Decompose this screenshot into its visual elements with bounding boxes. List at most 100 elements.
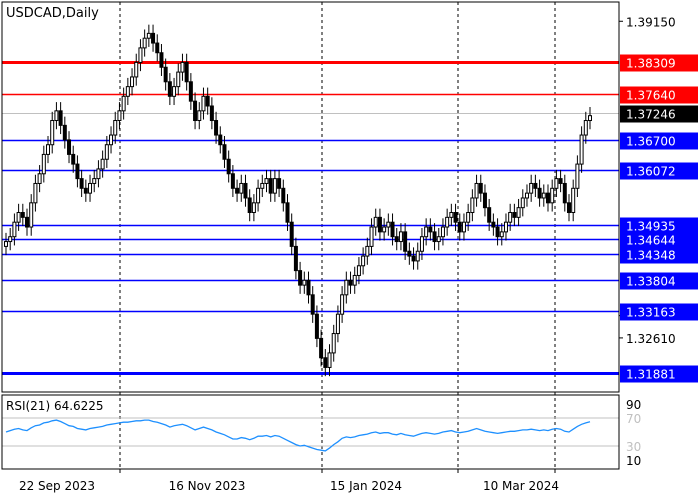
candle-body <box>29 202 34 228</box>
candle-body <box>571 187 576 214</box>
candle-body <box>104 144 109 160</box>
x-tick-label: 10 Mar 2024 <box>483 479 559 493</box>
candle-body <box>138 47 143 63</box>
candle-body <box>125 86 130 97</box>
candle-body <box>188 81 193 102</box>
candle-body <box>20 212 25 218</box>
candle-body <box>167 81 172 97</box>
candle-body <box>67 139 72 155</box>
candle-body <box>184 61 189 83</box>
candle-body <box>209 105 214 122</box>
candle-body <box>142 37 147 49</box>
candle-body <box>54 110 59 122</box>
candle-body <box>92 178 97 184</box>
candle-body <box>163 66 168 83</box>
candle-body <box>83 187 88 194</box>
candle-body <box>100 158 105 170</box>
candle-body <box>352 274 357 286</box>
candle-body <box>335 313 340 335</box>
candle-body <box>382 226 387 233</box>
candle-body <box>419 236 424 252</box>
candle-body <box>524 192 529 199</box>
candle-body <box>306 279 311 296</box>
rsi-level-label: 30 <box>626 440 641 454</box>
candle-body <box>314 313 319 339</box>
current-price-label: 1.37246 <box>626 108 676 122</box>
candle-body <box>554 178 559 189</box>
candle-body <box>457 221 462 233</box>
candle-body <box>512 212 517 218</box>
candle-body <box>327 352 332 368</box>
candle-body <box>272 178 277 194</box>
candle-body <box>361 255 366 267</box>
candle-body <box>499 231 504 238</box>
candle-body <box>344 279 349 296</box>
candle-body <box>235 187 240 194</box>
candle-body <box>579 134 584 165</box>
candle-body <box>33 182 38 204</box>
candle-body <box>583 120 588 136</box>
level-label: 1.33163 <box>626 306 676 320</box>
candle-body <box>365 245 370 257</box>
candle-body <box>180 61 185 73</box>
candle-body <box>277 178 282 189</box>
rsi-title: RSI(21) 64.6225 <box>6 399 104 413</box>
candle-body <box>176 71 181 88</box>
candle-body <box>117 110 122 122</box>
candle-body <box>550 187 555 204</box>
candle-body <box>588 115 592 122</box>
label-layer: 1.38309 1.37640 1.36700 1.36072 1.349351.346… <box>6 6 698 413</box>
level-label: 1.31881 <box>626 368 676 382</box>
candle-body <box>109 134 114 146</box>
candle-body <box>88 182 93 194</box>
candle-body <box>369 226 374 247</box>
candle-body <box>197 110 202 122</box>
candle-body <box>403 231 408 252</box>
candle-body <box>289 221 294 247</box>
candle-body <box>172 86 177 97</box>
x-tick-label: 15 Jan 2024 <box>330 479 402 493</box>
candle-body <box>411 255 416 262</box>
candle-body <box>373 216 378 228</box>
level-label: 1.38309 <box>626 57 676 71</box>
candle-body <box>218 134 223 146</box>
candle-body <box>407 250 412 257</box>
candle-body <box>264 178 269 184</box>
candle-body <box>398 231 403 243</box>
axis-layer: 1.391501.330701.32610901022 Sep 202316 N… <box>1 1 676 493</box>
candle-body <box>445 216 450 228</box>
candle-body <box>230 173 235 189</box>
candle-body <box>474 182 479 199</box>
candle-body <box>558 178 563 184</box>
candle-body <box>356 265 361 276</box>
candle-body <box>319 337 324 359</box>
candle-body <box>155 42 160 54</box>
candle-body <box>50 120 55 146</box>
level-layer <box>2 61 619 375</box>
rsi-axis-label: 10 <box>626 454 641 468</box>
candle-body <box>146 32 151 39</box>
candle-body <box>268 178 273 194</box>
candle-body <box>8 236 13 243</box>
candle-body <box>260 182 265 189</box>
rsi-axis-label: 90 <box>626 398 641 412</box>
rsi-level-label: 70 <box>626 412 641 426</box>
candle-body <box>243 182 248 199</box>
candle-body <box>159 52 164 68</box>
candle-body <box>113 120 118 136</box>
candle-body <box>508 212 513 223</box>
candle-body <box>495 226 500 238</box>
candle-body <box>12 221 17 238</box>
candle-body <box>226 158 231 175</box>
candle-body <box>516 207 521 218</box>
candle-body <box>310 294 315 315</box>
candle-body <box>222 144 227 160</box>
candle-body <box>285 202 290 223</box>
candle-body <box>529 182 534 194</box>
chart-svg: 7030 1.391501.330701.32610901022 Sep 202… <box>1 1 698 493</box>
candle-body <box>151 32 156 44</box>
candle-body <box>130 76 135 88</box>
candle-body <box>4 241 8 247</box>
candle-body <box>41 153 46 175</box>
level-label: 1.34348 <box>626 249 676 263</box>
